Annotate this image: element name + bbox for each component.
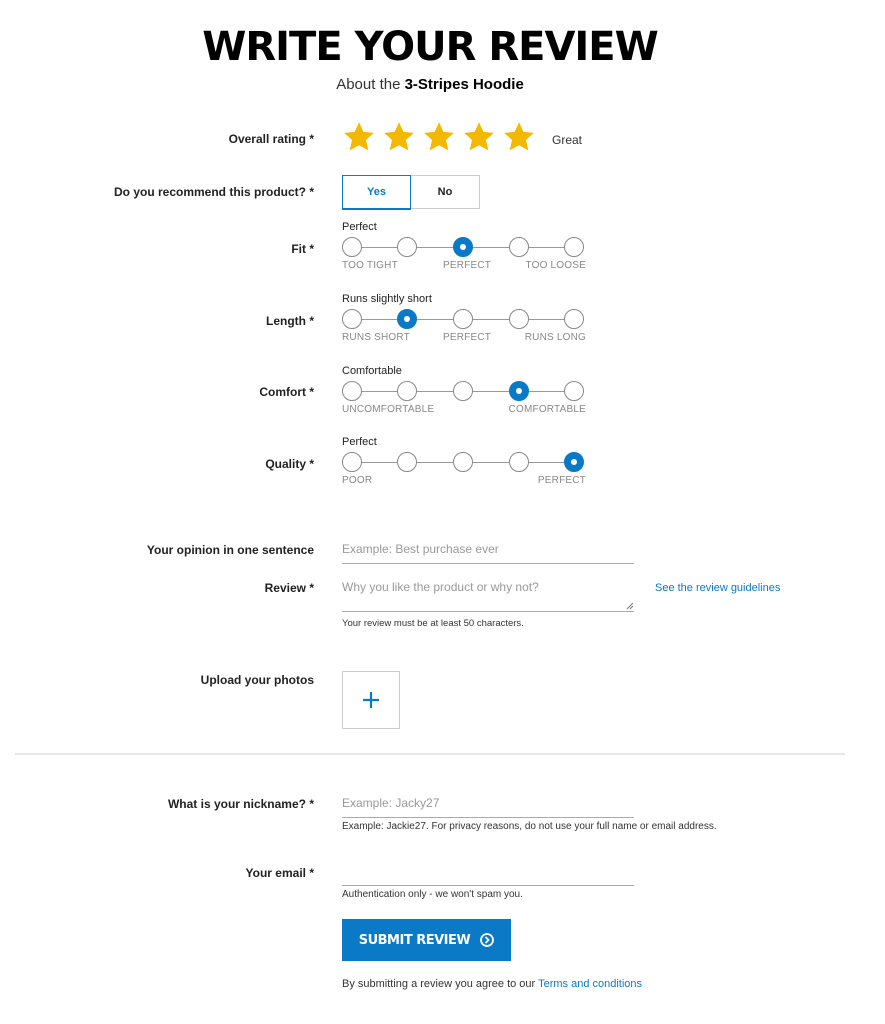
submit-label: SUBMIT REVIEW bbox=[358, 932, 471, 948]
subtitle-prefix: About the bbox=[336, 76, 405, 93]
length-value: Runs slightly short bbox=[342, 293, 432, 305]
recommend-no-button[interactable]: No bbox=[411, 175, 480, 209]
length-option-1[interactable] bbox=[342, 309, 362, 329]
fit-option-1[interactable] bbox=[342, 237, 362, 257]
quality-option-5[interactable] bbox=[564, 452, 584, 472]
fit-label: Fit * bbox=[291, 242, 314, 256]
quality-option-4[interactable] bbox=[509, 452, 529, 472]
comfort-option-3[interactable] bbox=[453, 381, 473, 401]
quality-caption-low: POOR bbox=[342, 475, 373, 486]
fit-caption-mid: PERFECT bbox=[443, 260, 492, 271]
comfort-option-5[interactable] bbox=[564, 381, 584, 401]
quality-value: Perfect bbox=[342, 436, 377, 448]
submit-review-button[interactable]: SUBMIT REVIEW bbox=[342, 919, 511, 961]
page-title: WRITE YOUR REVIEW bbox=[202, 24, 659, 70]
length-caption-high: RUNS LONG bbox=[524, 332, 586, 343]
length-caption-mid: PERFECT bbox=[443, 332, 492, 343]
product-name: 3-Stripes Hoodie bbox=[404, 76, 524, 93]
upload-photo-button[interactable] bbox=[342, 671, 400, 729]
comfort-option-2[interactable] bbox=[397, 381, 417, 401]
recommend-label: Do you recommend this product? * bbox=[113, 185, 314, 199]
star-icon-5[interactable] bbox=[502, 120, 536, 154]
length-option-3[interactable] bbox=[453, 309, 473, 329]
section-divider bbox=[15, 753, 845, 755]
quality-caption-high: PERFECT bbox=[537, 475, 586, 486]
opinion-label: Your opinion in one sentence bbox=[146, 543, 314, 557]
review-guidelines-link[interactable]: See the review guidelines bbox=[655, 582, 780, 594]
comfort-scale: Comfortable UNCOMFORTABLE COMFORTABLE bbox=[342, 365, 586, 418]
plus-icon bbox=[363, 692, 379, 708]
terms-link[interactable]: Terms and conditions bbox=[538, 978, 642, 990]
terms-prefix: By submitting a review you agree to our bbox=[342, 978, 539, 990]
star-rating[interactable] bbox=[342, 120, 536, 154]
fit-value: Perfect bbox=[342, 221, 377, 233]
length-option-5[interactable] bbox=[564, 309, 584, 329]
terms-text: By submitting a review you agree to our … bbox=[342, 978, 642, 990]
star-icon-3[interactable] bbox=[422, 120, 456, 154]
email-input[interactable] bbox=[342, 861, 634, 886]
resize-handle-icon[interactable] bbox=[625, 601, 634, 610]
star-icon-4[interactable] bbox=[462, 120, 496, 154]
fit-option-4[interactable] bbox=[509, 237, 529, 257]
email-help-text: Authentication only - we won't spam you. bbox=[342, 889, 523, 900]
quality-option-2[interactable] bbox=[397, 452, 417, 472]
quality-option-3[interactable] bbox=[453, 452, 473, 472]
nickname-label: What is your nickname? * bbox=[167, 797, 314, 811]
comfort-label: Comfort * bbox=[259, 385, 314, 399]
comfort-value: Comfortable bbox=[342, 365, 402, 377]
fit-option-5[interactable] bbox=[564, 237, 584, 257]
fit-scale: Perfect TOO TIGHT PERFECT TOO LOOSE bbox=[342, 221, 586, 274]
length-caption-low: RUNS SHORT bbox=[342, 332, 410, 343]
review-label: Review * bbox=[264, 581, 314, 595]
recommend-toggle: Yes No bbox=[342, 175, 480, 210]
star-icon-2[interactable] bbox=[382, 120, 416, 154]
fit-caption-high: TOO LOOSE bbox=[525, 260, 586, 271]
review-help-text: Your review must be at least 50 characte… bbox=[342, 618, 524, 629]
review-textarea[interactable]: Why you like the product or why not? bbox=[342, 577, 634, 612]
upload-photos-label: Upload your photos bbox=[200, 673, 314, 687]
rating-word: Great bbox=[552, 133, 583, 147]
fit-option-3[interactable] bbox=[453, 237, 473, 257]
star-icon-1[interactable] bbox=[342, 120, 376, 154]
length-option-4[interactable] bbox=[509, 309, 529, 329]
email-label: Your email * bbox=[245, 866, 314, 880]
quality-scale: Perfect POOR PERFECT bbox=[342, 436, 586, 489]
recommend-yes-button[interactable]: Yes bbox=[342, 175, 411, 210]
quality-label: Quality * bbox=[265, 457, 314, 471]
review-placeholder: Why you like the product or why not? bbox=[342, 580, 539, 594]
overall-rating-label: Overall rating * bbox=[228, 132, 314, 146]
fit-caption-low: TOO TIGHT bbox=[342, 260, 398, 271]
comfort-option-4[interactable] bbox=[509, 381, 529, 401]
comfort-caption-low: UNCOMFORTABLE bbox=[342, 404, 435, 415]
nickname-help-text: Example: Jackie27. For privacy reasons, … bbox=[342, 821, 717, 832]
page-subtitle: About the 3-Stripes Hoodie bbox=[0, 76, 860, 93]
length-option-2[interactable] bbox=[397, 309, 417, 329]
fit-option-2[interactable] bbox=[397, 237, 417, 257]
length-label: Length * bbox=[266, 314, 314, 328]
comfort-caption-high: COMFORTABLE bbox=[508, 404, 586, 415]
nickname-input[interactable]: Example: Jacky27 bbox=[342, 793, 634, 818]
length-scale: Runs slightly short RUNS SHORT PERFECT R… bbox=[342, 293, 586, 346]
opinion-input[interactable]: Example: Best purchase ever bbox=[342, 539, 634, 564]
quality-option-1[interactable] bbox=[342, 452, 362, 472]
comfort-option-1[interactable] bbox=[342, 381, 362, 401]
arrow-right-circle-icon bbox=[480, 933, 495, 947]
